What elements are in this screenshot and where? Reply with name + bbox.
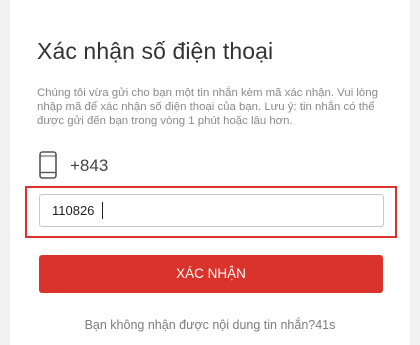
phone-number-text: +843 [70, 156, 109, 175]
text-cursor [102, 202, 103, 219]
confirm-button[interactable]: XÁC NHẬN [39, 255, 383, 293]
page-title: Xác nhận số điện thoại [37, 38, 274, 64]
mobile-phone-icon [39, 151, 57, 179]
instructions-text: Chúng tôi vừa gửi cho bạn một tin nhắn k… [37, 87, 378, 127]
resend-countdown: 41s [315, 318, 336, 332]
verification-code-value: 110826 [52, 203, 95, 218]
resend-text: Bạn không nhận được nội dung tin nhắn? [84, 318, 316, 332]
phone-number-row: +843 [37, 150, 377, 180]
resend-row: Bạn không nhận được nội dung tin nhắn?41… [10, 318, 410, 332]
verification-card: Xác nhận số điện thoại Chúng tôi vừa gửi… [10, 0, 410, 345]
verification-code-input[interactable]: 110826 [39, 194, 384, 227]
